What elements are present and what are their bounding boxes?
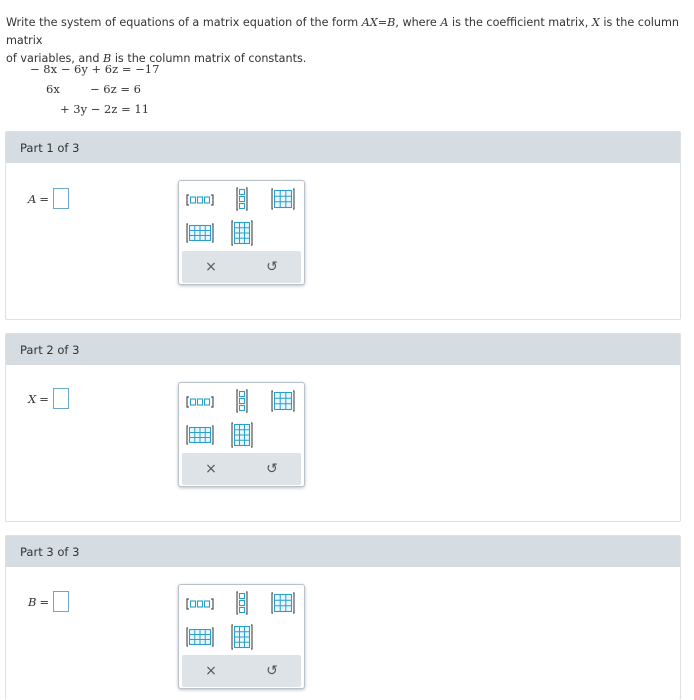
row-matrix-icon[interactable]	[185, 189, 215, 211]
matrix-tall-icon[interactable]	[229, 219, 255, 247]
matrix-palette: × ↺	[178, 180, 305, 285]
matrix-3x3-icon[interactable]	[269, 590, 297, 616]
matrix-3x3-icon[interactable]	[269, 186, 297, 212]
answer-input-box[interactable]	[52, 188, 69, 209]
matrix-variable-label: X	[28, 391, 37, 406]
matrix-wide-icon[interactable]	[185, 423, 215, 447]
palette-actions: × ↺	[182, 251, 301, 283]
prompt-text: , where	[395, 16, 441, 29]
part-2-panel: Part 2 of 3 X = × ↺	[5, 333, 681, 522]
part-3-header: Part 3 of 3	[6, 536, 680, 567]
column-matrix-icon[interactable]	[233, 185, 251, 213]
prompt-line-1: Write the system of equations of a matri…	[6, 14, 688, 50]
undo-icon: ↺	[266, 461, 278, 477]
prompt-text: Write the system of equations of a matri…	[6, 16, 362, 29]
prompt-math: X	[591, 16, 600, 29]
matrix-tall-icon[interactable]	[229, 623, 255, 651]
equals-sign: =	[39, 391, 49, 406]
undo-icon: ↺	[266, 663, 278, 679]
answer-input-box[interactable]	[52, 388, 69, 409]
equation-2-x-term: 6x	[46, 82, 60, 96]
part-2-header: Part 2 of 3	[6, 334, 680, 365]
column-matrix-icon[interactable]	[233, 387, 251, 415]
matrix-variable-label: A	[28, 191, 37, 206]
answer-input-box[interactable]	[53, 591, 70, 612]
matrix-tall-icon[interactable]	[229, 421, 255, 449]
clear-button[interactable]: ×	[191, 251, 231, 283]
matrix-palette: × ↺	[178, 382, 305, 487]
equals-sign: =	[39, 594, 50, 609]
equation-2-rest: − 6z = 6	[90, 82, 141, 96]
equation-1: − 8x − 6y + 6z = −17	[30, 62, 160, 76]
close-icon: ×	[205, 663, 217, 679]
close-icon: ×	[205, 461, 217, 477]
matrix-wide-icon[interactable]	[185, 625, 215, 649]
part-3-answer: B =	[28, 591, 70, 612]
close-icon: ×	[205, 259, 217, 275]
part-1-answer: A =	[28, 188, 69, 209]
palette-actions: × ↺	[182, 655, 301, 687]
matrix-palette: × ↺	[178, 584, 305, 689]
row-matrix-icon[interactable]	[185, 593, 215, 615]
clear-button[interactable]: ×	[191, 655, 231, 687]
matrix-variable-label: B	[28, 594, 37, 609]
equation-3: + 3y − 2z = 11	[60, 102, 150, 116]
undo-button[interactable]: ↺	[252, 655, 292, 687]
palette-actions: × ↺	[182, 453, 301, 485]
part-1-header: Part 1 of 3	[6, 132, 680, 163]
column-matrix-icon[interactable]	[233, 589, 251, 617]
undo-button[interactable]: ↺	[252, 453, 292, 485]
part-2-answer: X =	[28, 388, 69, 409]
undo-icon: ↺	[266, 259, 278, 275]
part-3-panel: Part 3 of 3 B = × ↺	[5, 535, 681, 700]
matrix-3x3-icon[interactable]	[269, 388, 297, 414]
row-matrix-icon[interactable]	[185, 391, 215, 413]
prompt-math: AX=B	[361, 16, 396, 29]
undo-button[interactable]: ↺	[252, 251, 292, 283]
prompt-text: is the coefficient matrix,	[448, 16, 592, 29]
part-1-panel: Part 1 of 3 A = × ↺	[5, 131, 681, 320]
clear-button[interactable]: ×	[191, 453, 231, 485]
matrix-wide-icon[interactable]	[185, 221, 215, 245]
equals-sign: =	[39, 191, 49, 206]
